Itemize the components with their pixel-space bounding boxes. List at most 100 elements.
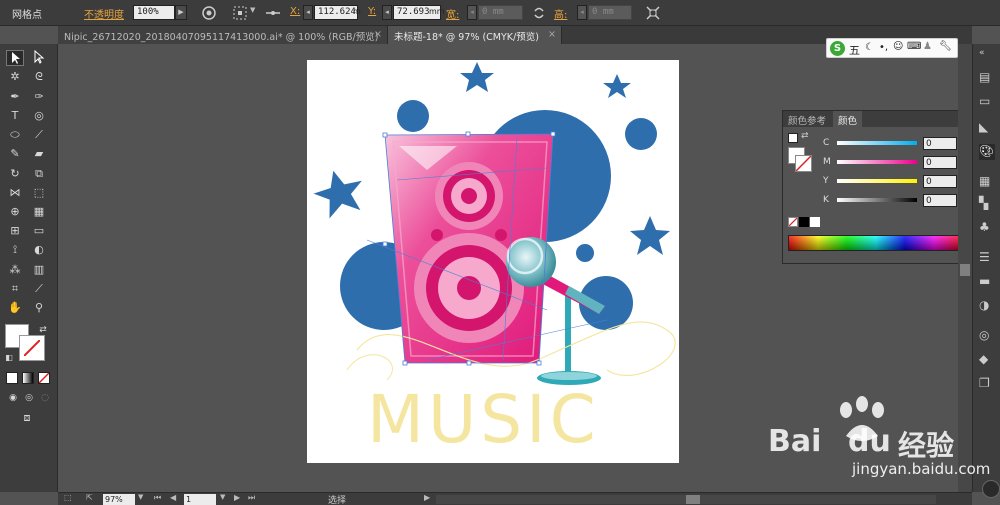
- artboard[interactable]: MUSIC: [307, 60, 679, 463]
- zoom-field[interactable]: 97%: [103, 494, 135, 505]
- brushes-icon[interactable]: ◣: [979, 120, 995, 136]
- value-field[interactable]: 0: [923, 156, 957, 169]
- stroke-swatch[interactable]: [795, 155, 812, 172]
- selection-handle[interactable]: [465, 131, 471, 137]
- scale-tool-icon[interactable]: ⧉: [30, 166, 48, 182]
- white-swatch[interactable]: [810, 217, 820, 227]
- constrain-proportions-icon[interactable]: [531, 5, 547, 21]
- swatches-icon[interactable]: ▦: [979, 174, 995, 190]
- screen-mode-icon[interactable]: ⧈: [18, 410, 36, 426]
- graphic-styles-icon[interactable]: ▭: [979, 94, 995, 110]
- zoom-tool-icon[interactable]: ⚲: [30, 300, 48, 316]
- slider-track[interactable]: [837, 198, 917, 202]
- eraser-tool-icon[interactable]: ▰: [30, 146, 48, 162]
- last-page-icon[interactable]: ⏭: [248, 493, 255, 503]
- blend-tool-icon[interactable]: ◐: [30, 242, 48, 258]
- ellipse-tool-icon[interactable]: ⬭: [6, 127, 24, 143]
- wrench-icon[interactable]: 🔧︎: [939, 41, 952, 52]
- appearance-icon[interactable]: ◎: [979, 328, 995, 344]
- next-page-icon[interactable]: ▶: [234, 493, 240, 502]
- punctuation-icon[interactable]: •,: [879, 42, 888, 53]
- none-mode-icon[interactable]: [38, 372, 50, 384]
- shape-builder-tool-icon[interactable]: ⊕: [6, 204, 24, 220]
- value-field[interactable]: 0: [923, 175, 957, 188]
- zoom-dropdown-icon[interactable]: ▼: [138, 493, 143, 501]
- opacity-field[interactable]: 100%: [133, 5, 175, 20]
- pencil-tool-icon[interactable]: ✎: [6, 146, 24, 162]
- symbol-sprayer-tool-icon[interactable]: ⁂: [6, 262, 24, 278]
- page-dropdown-icon[interactable]: ▼: [220, 493, 225, 501]
- swap-fill-stroke-icon[interactable]: ⇄: [34, 322, 52, 338]
- slider-track[interactable]: [837, 141, 917, 145]
- selection-handle[interactable]: [536, 360, 542, 366]
- artboard-tool-icon[interactable]: ⌗: [6, 281, 24, 297]
- column-graph-tool-icon[interactable]: ▥: [30, 262, 48, 278]
- direct-selection-tool-icon[interactable]: [30, 50, 48, 66]
- transform-icon[interactable]: [265, 5, 281, 21]
- draw-inside-icon[interactable]: ◌: [36, 390, 54, 406]
- opacity-dropdown-icon[interactable]: ▶: [175, 5, 187, 20]
- selection-handle[interactable]: [382, 132, 388, 138]
- gradient-mode-icon[interactable]: [22, 372, 34, 384]
- artboard-nav-icon[interactable]: ⬚: [64, 493, 72, 502]
- hand-tool-icon[interactable]: ✋: [6, 300, 24, 316]
- page-field[interactable]: 1: [184, 494, 216, 505]
- width-tool-icon[interactable]: ⋈: [6, 185, 24, 201]
- slider-y[interactable]: Y 0 %: [823, 175, 969, 189]
- width-field[interactable]: 0 mm: [478, 5, 523, 20]
- avatar[interactable]: [982, 480, 1000, 498]
- value-field[interactable]: 0: [923, 194, 957, 207]
- color-palette-icon[interactable]: 🎨︎: [979, 144, 995, 160]
- mini-fill-icon[interactable]: [788, 133, 798, 143]
- horizontal-scrollbar[interactable]: [436, 495, 936, 504]
- curvature-tool-icon[interactable]: ✑: [30, 89, 48, 105]
- scrollbar-thumb[interactable]: [960, 264, 970, 276]
- type-tool-icon[interactable]: T: [6, 108, 24, 124]
- input-mode-label[interactable]: 五: [849, 42, 860, 58]
- slice-tool-icon[interactable]: ⟋: [30, 281, 48, 297]
- spiral-tool-icon[interactable]: ◎: [30, 108, 48, 124]
- user-icon[interactable]: ♟: [923, 41, 932, 52]
- collapse-icon[interactable]: «: [979, 48, 995, 64]
- tab-color[interactable]: 颜色: [833, 111, 863, 127]
- layers-icon[interactable]: ▤: [979, 70, 995, 86]
- align-options-icon[interactable]: [232, 5, 248, 21]
- magic-wand-tool-icon[interactable]: ✲: [6, 69, 24, 85]
- tab-color-guide[interactable]: 颜色参考: [783, 111, 831, 127]
- layers-stack-icon[interactable]: ❐: [979, 376, 995, 392]
- swap-icon[interactable]: ⇄: [801, 131, 809, 141]
- moon-icon[interactable]: ☾: [865, 42, 874, 53]
- stroke-icon[interactable]: ☰: [979, 250, 995, 266]
- color-spectrum[interactable]: [788, 235, 964, 251]
- width-stepper-icon[interactable]: ◂: [467, 5, 477, 20]
- gradient-panel-icon[interactable]: ▬: [979, 274, 995, 290]
- mesh-tool-icon[interactable]: ⊞: [6, 223, 24, 239]
- eyedropper-tool-icon[interactable]: ⟟: [6, 242, 24, 258]
- align-icon[interactable]: ▚: [979, 196, 995, 212]
- free-transform-tool-icon[interactable]: ⬚: [30, 185, 48, 201]
- gradient-tool-icon[interactable]: ▭: [30, 223, 48, 239]
- recolor-icon[interactable]: [201, 5, 217, 21]
- selection-handle[interactable]: [466, 360, 472, 366]
- transparency-icon[interactable]: ◑: [979, 298, 995, 314]
- slider-c[interactable]: C 0 %: [823, 137, 969, 151]
- none-swatch[interactable]: [788, 217, 798, 227]
- close-icon[interactable]: ×: [374, 29, 382, 40]
- tab-document-1[interactable]: Nipic_26712020_20180407095117413000.ai* …: [58, 26, 388, 44]
- pen-tool-icon[interactable]: ✒: [6, 89, 24, 105]
- x-stepper-icon[interactable]: ◂: [303, 5, 313, 20]
- status-menu-icon[interactable]: ▶: [424, 493, 430, 502]
- smiley-icon[interactable]: ☺: [893, 41, 903, 52]
- symbols-icon[interactable]: ♣: [979, 220, 995, 236]
- tab-document-2[interactable]: 未标题-18* @ 97% (CMYK/预览) ×: [388, 26, 562, 44]
- keyboard-icon[interactable]: ⌨: [907, 41, 921, 52]
- isolate-icon[interactable]: [645, 5, 661, 21]
- y-stepper-icon[interactable]: ◂: [382, 5, 392, 20]
- scrollbar-thumb[interactable]: [686, 495, 700, 504]
- first-page-icon[interactable]: ⏮: [154, 493, 161, 503]
- slider-k[interactable]: K 0 %: [823, 194, 969, 208]
- color-mode-icon[interactable]: [6, 372, 18, 384]
- value-field[interactable]: 0: [923, 137, 957, 150]
- close-icon[interactable]: ×: [548, 29, 556, 40]
- slider-track[interactable]: [837, 179, 917, 183]
